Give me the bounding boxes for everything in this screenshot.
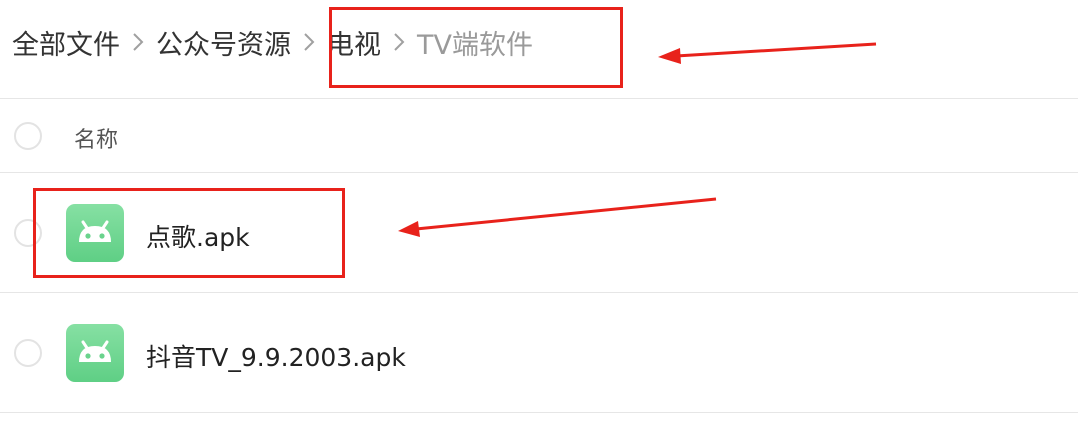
annotation-arrow-file bbox=[398, 197, 717, 237]
file-browser: 全部文件 公众号资源 电视 TV端软件 名称 点歌.apk 抖音TV_9.9.2… bbox=[0, 0, 1078, 428]
annotation-arrow-breadcrumb bbox=[658, 42, 877, 64]
annotation-arrows bbox=[398, 42, 877, 237]
